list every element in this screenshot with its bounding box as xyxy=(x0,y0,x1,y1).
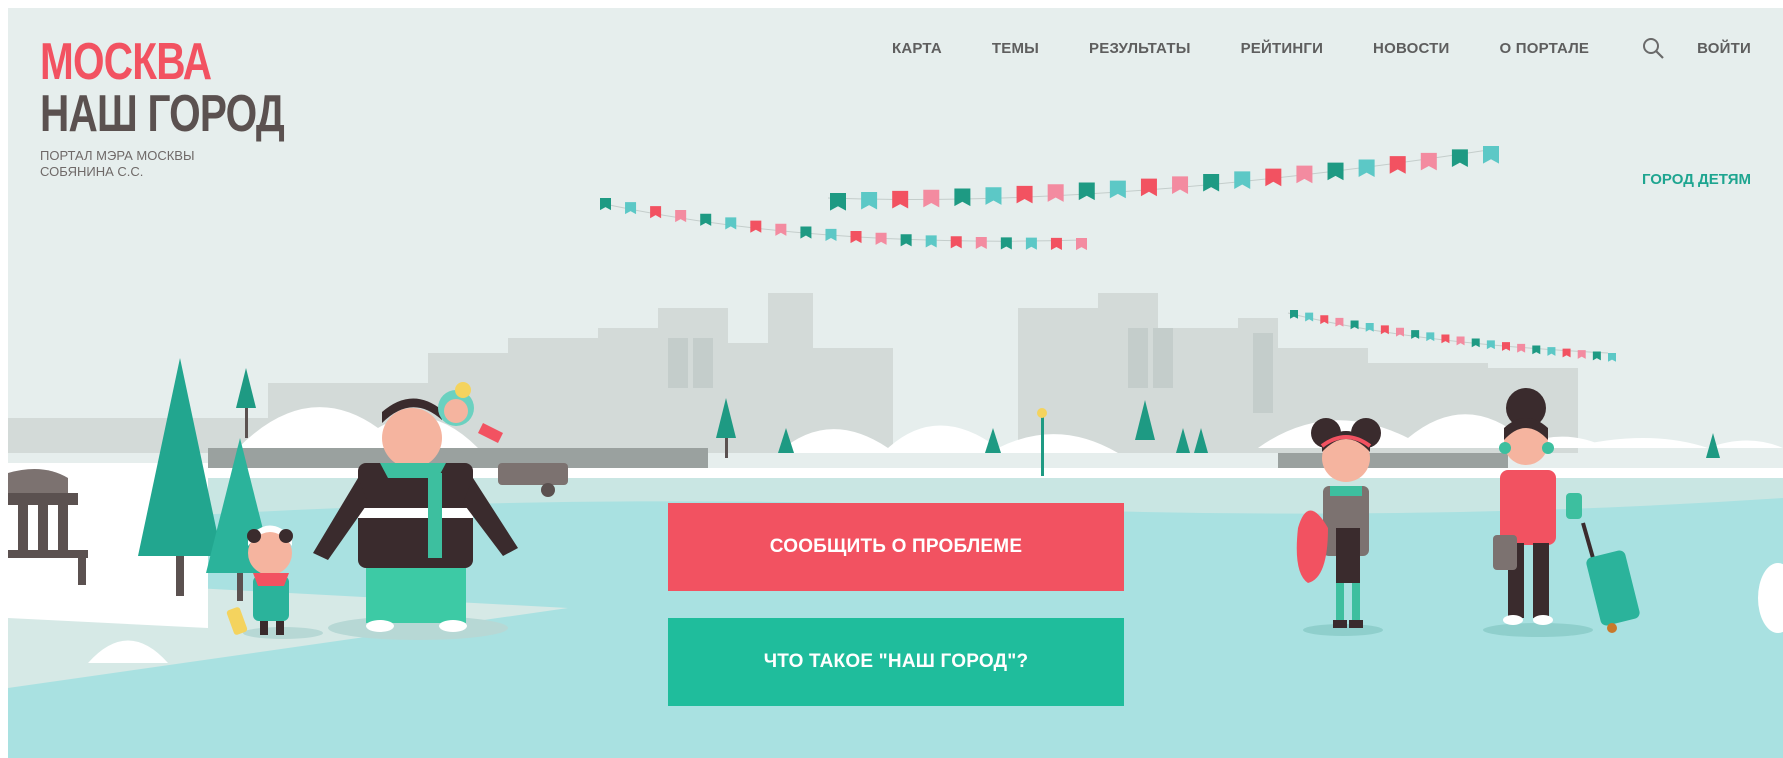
garland-flag xyxy=(1483,146,1499,164)
garland-flag xyxy=(1420,152,1437,171)
garland-flag xyxy=(825,228,837,242)
garland-flag xyxy=(1358,159,1375,178)
garland-flag xyxy=(1047,184,1064,202)
garland-flag xyxy=(1451,149,1468,168)
garland-flag xyxy=(1265,168,1282,187)
garland-flag xyxy=(923,189,940,208)
garland-flag xyxy=(1025,237,1037,250)
garland-flag xyxy=(675,210,687,223)
garland-flag xyxy=(954,188,971,207)
garland-flag xyxy=(1547,347,1556,356)
garland-flag xyxy=(750,220,762,233)
main-nav: КАРТА ТЕМЫ РЕЗУЛЬТАТЫ РЕЙТИНГИ НОВОСТИ О… xyxy=(892,36,1751,60)
garland-flag xyxy=(1203,173,1220,192)
kids-city-link[interactable]: ГОРОД ДЕТЯМ xyxy=(1642,171,1751,188)
about-portal-button[interactable]: ЧТО ТАКОЕ "НАШ ГОРОД"? xyxy=(668,618,1124,706)
garland-flag xyxy=(1411,330,1420,339)
logo-our-city: НАШ ГОРОД xyxy=(40,85,285,143)
garland-flag xyxy=(700,213,712,226)
garland-flag xyxy=(800,226,812,239)
nav-item-topics[interactable]: ТЕМЫ xyxy=(992,40,1039,57)
nav-item-news[interactable]: НОВОСТИ xyxy=(1373,40,1449,57)
garland-flag xyxy=(1335,317,1344,327)
nav-item-about[interactable]: О ПОРТАЛЕ xyxy=(1499,40,1589,57)
garland-flag xyxy=(725,217,737,230)
garland-flag xyxy=(875,232,887,245)
garland-flag xyxy=(1396,327,1404,337)
nav-item-map[interactable]: КАРТА xyxy=(892,40,942,57)
garland-flag xyxy=(950,236,962,249)
garland-flag xyxy=(925,235,937,248)
search-icon[interactable] xyxy=(1641,36,1665,60)
report-problem-button[interactable]: СООБЩИТЬ О ПРОБЛЕМЕ xyxy=(668,503,1124,591)
garland-flag xyxy=(1502,342,1510,351)
garland-flag xyxy=(1076,238,1087,251)
garland-flag xyxy=(1486,340,1495,350)
garland-flag xyxy=(1441,334,1450,344)
nav-item-results[interactable]: РЕЗУЛЬТАТЫ xyxy=(1089,40,1191,57)
garland-flag xyxy=(1140,178,1157,197)
garland-flag xyxy=(830,193,846,211)
garland-flag xyxy=(975,236,987,250)
garland-flag xyxy=(1592,351,1601,361)
garland-flag xyxy=(1608,353,1616,362)
garland-flag xyxy=(650,206,662,219)
garland-flag xyxy=(1365,322,1374,332)
garland-flag xyxy=(1456,336,1465,346)
garland-flag xyxy=(1426,332,1435,342)
garland-flag xyxy=(1517,343,1526,353)
logo-subtitle: ПОРТАЛ МЭРА МОСКВЫ СОБЯНИНА С.С. xyxy=(40,148,195,179)
garland-flag xyxy=(900,234,912,247)
garland-flag xyxy=(1389,156,1406,174)
nav-item-ratings[interactable]: РЕЙТИНГИ xyxy=(1241,40,1323,57)
garland-flag xyxy=(1234,171,1251,189)
garland-flag xyxy=(1350,320,1359,330)
logo-moscow: МОСКВА xyxy=(40,33,212,91)
garland-flag xyxy=(1296,165,1313,184)
garland-flag xyxy=(1380,325,1389,335)
garland-flag xyxy=(1577,350,1586,359)
garland-flag xyxy=(1000,237,1012,250)
garland-flag xyxy=(850,231,862,244)
garland-flag xyxy=(1109,180,1126,199)
login-link[interactable]: ВОЙТИ xyxy=(1697,40,1751,57)
garland-flag xyxy=(1016,185,1033,204)
garland-flag xyxy=(1078,182,1095,201)
garland-flag xyxy=(1305,312,1314,322)
garland-flag xyxy=(1471,338,1480,348)
garland-flag xyxy=(625,202,637,215)
garland-flag xyxy=(1050,237,1062,250)
garland-flag xyxy=(892,190,909,209)
garland-flag xyxy=(861,191,878,210)
garland-flag xyxy=(1320,315,1329,325)
garland-flag xyxy=(775,223,787,236)
garland-flag xyxy=(1562,348,1571,358)
garland-flag xyxy=(1172,176,1189,194)
garland-flag xyxy=(1327,162,1344,181)
garland-flag xyxy=(1532,345,1541,355)
site-logo[interactable]: МОСКВА НАШ ГОРОД ПОРТАЛ МЭРА МОСКВЫ СОБЯ… xyxy=(40,36,353,180)
hero-stage: МОСКВА НАШ ГОРОД ПОРТАЛ МЭРА МОСКВЫ СОБЯ… xyxy=(8,8,1783,758)
garland-flag xyxy=(600,198,611,211)
garland-flag xyxy=(1290,310,1298,319)
garland-flag xyxy=(985,187,1002,205)
